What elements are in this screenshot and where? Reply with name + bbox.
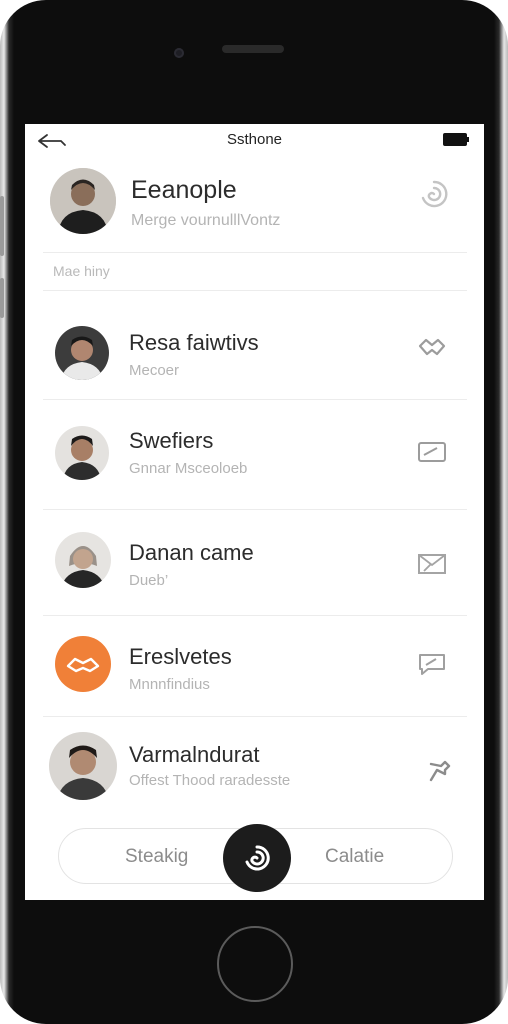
home-button[interactable] [217,926,293,1002]
contact-avatar [55,326,109,380]
profile-subtitle: Merge vournulllVontz [131,212,281,229]
volume-down-button [0,278,4,318]
phone-frame: Ssthone Eeanople Merge vournulllVontz Ma… [0,0,508,1024]
tab-left[interactable]: Steakig [125,846,188,868]
contact-name: Danan came [129,540,254,565]
tab-right[interactable]: Calatie [325,846,384,868]
section-label: Mae hiny [53,263,110,279]
list-item[interactable]: Varmalndurat Offest Thood raradesste [25,732,484,808]
earpiece-speaker [222,45,284,53]
divider [43,399,467,400]
status-bar: Ssthone [25,124,484,156]
divider [43,509,467,510]
contact-name: Ereslvetes [129,644,232,669]
contact-subtitle: Offest Thood raradesste [129,772,291,789]
list-item[interactable]: Danan came Dueb’ [25,528,484,604]
volume-up-button [0,196,4,256]
handshake-icon[interactable] [417,336,447,360]
contact-name: Varmalndurat [129,742,260,767]
divider [43,290,467,291]
contact-subtitle: Mnnnfindius [129,676,210,693]
contact-subtitle: Gnnar Msceoloeb [129,460,248,477]
front-camera [174,48,184,58]
contact-name: Resa faiwtivs [129,330,259,355]
card-icon[interactable] [417,440,447,464]
profile-avatar [50,168,116,234]
divider [43,252,467,253]
spiral-icon [245,845,270,871]
person-icon [55,532,111,588]
spiral-icon[interactable] [418,178,450,210]
contact-avatar [55,532,111,588]
mail-icon[interactable] [417,552,447,576]
list-item[interactable]: Resa faiwtivs Mecoer [25,320,484,396]
list-item[interactable]: Ereslvetes Mnnnfindius [25,634,484,710]
contact-name: Swefiers [129,428,214,453]
contact-subtitle: Dueb’ [129,572,169,589]
handshake-icon [66,657,100,673]
list-item[interactable]: Swefiers Gnnar Msceoloeb [25,420,484,496]
person-icon [55,326,109,380]
person-icon [50,168,116,234]
profile-name: Eeanople [131,176,237,204]
status-title: Ssthone [226,131,283,148]
contact-avatar [55,636,111,692]
person-icon [55,426,109,480]
contact-avatar [49,732,117,800]
person-icon [49,732,117,800]
center-action-button[interactable] [223,824,291,892]
pin-icon[interactable] [427,760,451,782]
chat-icon[interactable] [417,652,447,676]
app-screen: Ssthone Eeanople Merge vournulllVontz Ma… [25,124,484,900]
profile-header[interactable]: Eeanople Merge vournulllVontz [25,162,484,252]
divider [43,615,467,616]
contact-subtitle: Mecoer [129,362,180,379]
contact-avatar [55,426,109,480]
divider [43,716,467,717]
battery-icon [443,133,469,146]
